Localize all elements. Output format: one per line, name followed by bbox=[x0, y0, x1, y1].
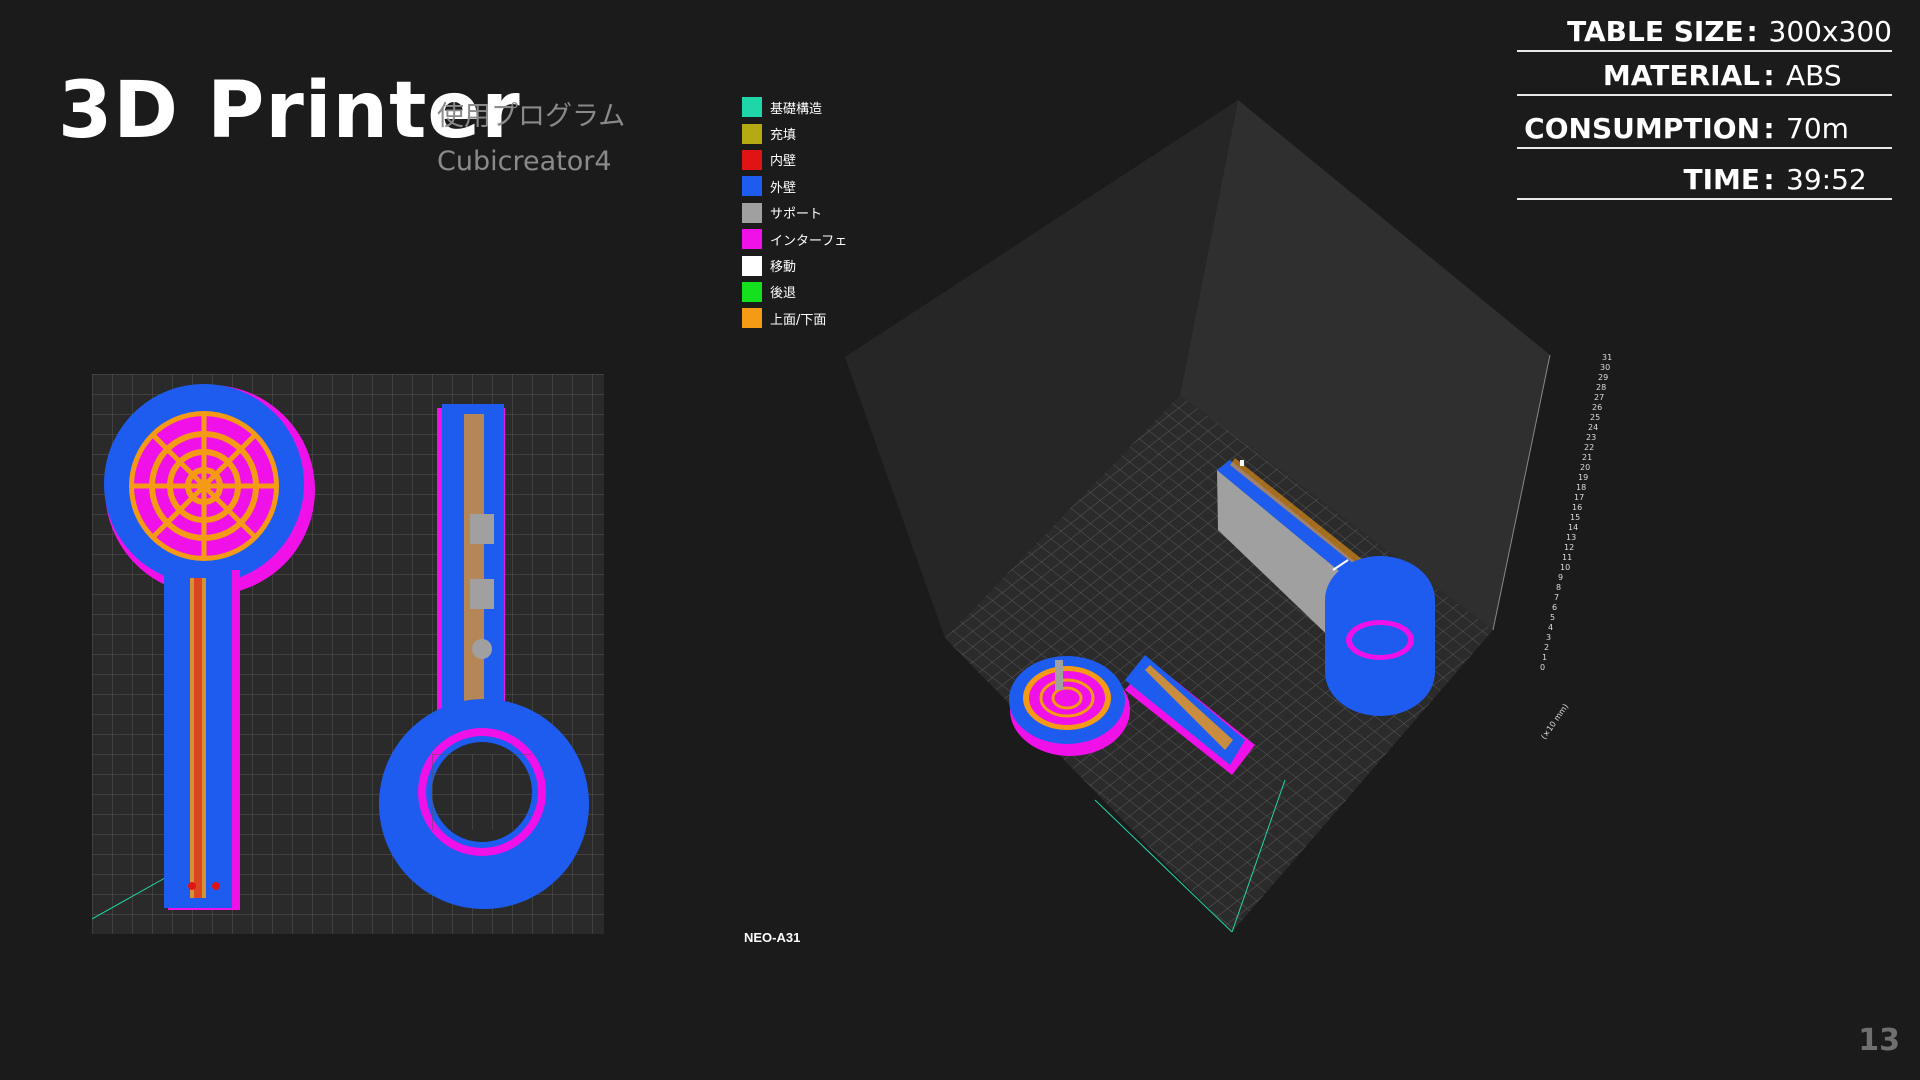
legend-swatch bbox=[742, 281, 762, 302]
z-tick: 0 bbox=[1540, 663, 1545, 672]
legend-item-travel: 移動 bbox=[742, 252, 847, 278]
info-key: TABLE SIZE bbox=[1567, 15, 1744, 48]
z-tick: 6 bbox=[1552, 603, 1557, 612]
z-tick: 21 bbox=[1582, 453, 1592, 462]
legend-swatch bbox=[742, 123, 762, 144]
z-tick: 13 bbox=[1566, 533, 1576, 542]
printer-model-label: NEO-A31 bbox=[744, 930, 801, 945]
z-tick: 31 bbox=[1602, 353, 1612, 362]
z-tick: 28 bbox=[1596, 383, 1606, 392]
info-key: MATERIAL bbox=[1602, 59, 1760, 92]
legend-item-outer-wall: 外壁 bbox=[742, 173, 847, 199]
legend-item-base: 基礎構造 bbox=[742, 94, 847, 120]
info-separator: : bbox=[1763, 59, 1775, 92]
legend-label: インターフェ bbox=[770, 233, 848, 249]
info-separator: : bbox=[1763, 163, 1775, 196]
z-tick: 3 bbox=[1546, 633, 1551, 642]
iso-view-preview: 31 30 29 28 27 26 25 24 23 22 21 20 19 1… bbox=[845, 100, 1612, 933]
info-value: 300x300 bbox=[1768, 15, 1892, 48]
legend-label: サポート bbox=[770, 207, 823, 223]
info-value: ABS bbox=[1786, 59, 1842, 92]
program-name: Cubicreator4 bbox=[437, 146, 612, 177]
legend-swatch bbox=[742, 229, 762, 250]
page-number: 13 bbox=[1858, 1023, 1900, 1058]
legend-item-retract: 後退 bbox=[742, 279, 847, 305]
z-tick: 30 bbox=[1600, 363, 1610, 372]
z-tick: 11 bbox=[1562, 553, 1572, 562]
z-tick: 27 bbox=[1594, 393, 1604, 402]
legend-label: 充填 bbox=[770, 128, 797, 144]
z-tick: 8 bbox=[1556, 583, 1561, 592]
legend-swatch bbox=[742, 149, 762, 170]
info-separator: : bbox=[1763, 112, 1775, 145]
program-heading: 使用プログラム bbox=[437, 101, 626, 132]
axis-unit-label: (×10 mm) bbox=[1539, 702, 1570, 741]
z-tick: 12 bbox=[1564, 543, 1574, 552]
color-legend: 基礎構造 充填 内壁 外壁 サポート インターフェ 移動 後退 上面/下面 bbox=[742, 94, 847, 332]
z-tick: 23 bbox=[1586, 433, 1596, 442]
z-tick: 17 bbox=[1574, 493, 1584, 502]
z-tick: 5 bbox=[1550, 613, 1555, 622]
z-tick: 2 bbox=[1544, 643, 1549, 652]
legend-label: 基礎構造 bbox=[770, 101, 823, 117]
z-tick: 22 bbox=[1584, 443, 1594, 452]
info-table-size: TABLE SIZE:300x300 bbox=[1517, 4, 1892, 52]
z-tick: 9 bbox=[1558, 573, 1563, 582]
z-tick: 24 bbox=[1588, 423, 1598, 432]
legend-item-support: サポート bbox=[742, 200, 847, 226]
z-tick: 4 bbox=[1548, 623, 1553, 632]
z-tick: 19 bbox=[1578, 473, 1588, 482]
z-tick: 25 bbox=[1590, 413, 1600, 422]
z-tick: 1 bbox=[1542, 653, 1547, 662]
legend-item-infill: 充填 bbox=[742, 120, 847, 146]
info-material: MATERIAL: ABS bbox=[1517, 48, 1892, 96]
z-tick: 10 bbox=[1560, 563, 1570, 572]
legend-label: 内壁 bbox=[770, 154, 797, 170]
legend-label: 外壁 bbox=[770, 180, 797, 196]
z-tick: 14 bbox=[1568, 523, 1578, 532]
z-tick: 18 bbox=[1576, 483, 1586, 492]
legend-item-inner-wall: 内壁 bbox=[742, 147, 847, 173]
legend-label: 上面/下面 bbox=[770, 312, 827, 328]
legend-swatch bbox=[742, 202, 762, 223]
z-tick: 26 bbox=[1592, 403, 1602, 412]
z-tick: 20 bbox=[1580, 463, 1590, 472]
legend-swatch bbox=[742, 176, 762, 197]
legend-item-interface: インターフェ bbox=[742, 226, 847, 252]
legend-label: 後退 bbox=[770, 286, 797, 302]
info-value: 39:52 bbox=[1786, 163, 1867, 196]
z-tick: 16 bbox=[1572, 503, 1582, 512]
z-tick: 29 bbox=[1598, 373, 1608, 382]
z-tick: 7 bbox=[1554, 593, 1559, 602]
top-view-preview bbox=[92, 374, 604, 934]
z-tick: 15 bbox=[1570, 513, 1580, 522]
info-separator: : bbox=[1746, 15, 1758, 48]
legend-swatch bbox=[742, 308, 762, 329]
legend-label: 移動 bbox=[770, 260, 797, 276]
legend-item-top-bottom: 上面/下面 bbox=[742, 305, 847, 331]
info-value: 70m bbox=[1786, 112, 1849, 145]
legend-swatch bbox=[742, 97, 762, 118]
legend-swatch bbox=[742, 255, 762, 276]
